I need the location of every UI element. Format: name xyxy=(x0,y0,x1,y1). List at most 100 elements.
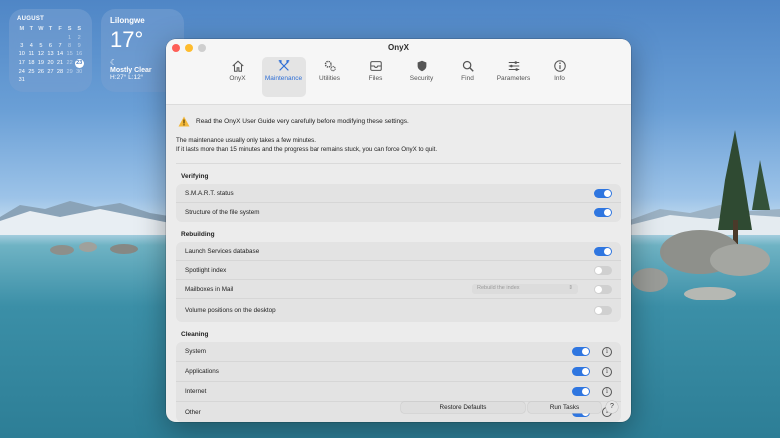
window-titlebar: OnyX OnyX Maintenance Utilities Files Se… xyxy=(166,39,631,105)
select-value: Rebuild the index xyxy=(477,285,520,291)
run-tasks-button[interactable]: Run Tasks xyxy=(528,402,601,413)
section-rebuilding-title: Rebuilding xyxy=(181,231,215,238)
applications-toggle[interactable] xyxy=(572,367,590,376)
option-launch-services: Launch Services database xyxy=(176,242,621,261)
info-text: The maintenance usually only takes a few… xyxy=(176,131,621,164)
tab-label: Security xyxy=(409,75,434,82)
day-header: M xyxy=(19,26,25,33)
option-applications: Applications i xyxy=(176,362,621,382)
info-line: The maintenance usually only takes a few… xyxy=(176,137,316,144)
section-cleaning-title: Cleaning xyxy=(181,331,209,338)
internet-info-icon[interactable]: i xyxy=(602,386,612,397)
window-footer: Restore Defaults Run Tasks ? xyxy=(166,401,631,413)
calendar-month: AUGUST xyxy=(17,16,45,22)
shore-trees-and-rocks xyxy=(632,130,770,300)
option-label: Volume positions on the desktop xyxy=(185,307,276,314)
calendar-day: 31 xyxy=(18,77,25,84)
calendar-day: 1 xyxy=(68,34,72,41)
calendar-day: 4 xyxy=(29,42,33,49)
calendar-today: 23 xyxy=(74,58,84,68)
calendar-day: 7 xyxy=(58,42,62,49)
tab-utilities[interactable]: Utilities xyxy=(308,57,352,97)
tab-label: Info xyxy=(554,75,565,82)
calendar-widget[interactable]: AUGUST M T W T F S S 1 2 3 4 5 6 7 8 9 1… xyxy=(9,9,92,92)
chevron-updown-icon: ⇕ xyxy=(568,285,573,291)
calendar-day: 24 xyxy=(18,68,25,75)
calendar-day: 26 xyxy=(37,68,45,75)
option-mailboxes: Mailboxes in Mail Rebuild the index ⇕ xyxy=(176,280,621,299)
day-header: S xyxy=(67,26,72,33)
system-info-icon[interactable]: i xyxy=(602,346,612,357)
sliders-icon xyxy=(508,61,519,71)
tab-parameters[interactable]: Parameters xyxy=(492,57,536,97)
calendar-day: 5 xyxy=(39,42,43,49)
option-label: Structure of the file system xyxy=(185,209,260,216)
option-label: Internet xyxy=(185,388,207,395)
option-label: Applications xyxy=(185,368,219,375)
calendar-day xyxy=(27,33,37,41)
info-icon xyxy=(553,60,566,72)
mailboxes-toggle[interactable] xyxy=(594,284,612,294)
calendar-day xyxy=(55,76,65,84)
file-system-toggle[interactable] xyxy=(594,208,612,217)
warning-banner: Read the OnyX User Guide very carefully … xyxy=(176,105,621,131)
calendar-day xyxy=(46,33,56,41)
gears-icon xyxy=(324,60,336,72)
calendar-day: 21 xyxy=(56,60,64,67)
calendar-day: 8 xyxy=(68,42,72,49)
restore-defaults-button[interactable]: Restore Defaults xyxy=(401,402,525,413)
calendar-day: 29 xyxy=(66,68,73,75)
calendar-day: 14 xyxy=(56,51,64,58)
shield-icon xyxy=(417,60,426,72)
calendar-day: 6 xyxy=(48,42,53,49)
internet-toggle[interactable] xyxy=(572,387,590,396)
verifying-group: S.M.A.R.T. status Structure of the file … xyxy=(176,184,621,222)
calendar-day: 2 xyxy=(77,34,81,41)
calendar-day: 28 xyxy=(56,68,64,75)
calendar-day xyxy=(74,76,84,84)
calendar-day: 20 xyxy=(47,60,54,67)
weather-city: Lilongwe xyxy=(110,16,145,25)
smart-status-toggle[interactable] xyxy=(594,188,612,198)
system-toggle[interactable] xyxy=(572,347,590,356)
calendar-day xyxy=(36,33,46,41)
info-line: If it lasts more than 15 minutes and the… xyxy=(176,145,438,153)
calendar-day: 3 xyxy=(20,42,24,49)
tab-label: Parameters xyxy=(496,75,531,82)
spotlight-toggle[interactable] xyxy=(594,265,612,275)
calendar-day: 11 xyxy=(28,51,35,58)
applications-info-icon[interactable]: i xyxy=(602,366,612,377)
calendar-day xyxy=(46,76,56,84)
warning-icon xyxy=(178,116,190,126)
rebuilding-group: Launch Services database Spotlight index… xyxy=(176,242,621,322)
tab-label: Find xyxy=(461,75,474,82)
tab-files[interactable]: Files xyxy=(354,57,398,97)
tab-security[interactable]: Security xyxy=(400,57,444,97)
tab-maintenance[interactable]: Maintenance xyxy=(261,57,306,97)
home-icon xyxy=(231,60,244,72)
calendar-day: 15 xyxy=(66,51,73,58)
tab-info[interactable]: Info xyxy=(538,57,582,97)
calendar-day: 25 xyxy=(28,68,35,75)
day-header: S xyxy=(77,26,82,33)
tab-onyx[interactable]: OnyX xyxy=(216,57,260,97)
section-verifying-title: Verifying xyxy=(181,173,209,180)
onyx-window: OnyX OnyX Maintenance Utilities Files Se… xyxy=(166,39,631,422)
calendar-day: 10 xyxy=(18,51,25,58)
day-header: T xyxy=(29,26,34,33)
day-header: W xyxy=(38,26,44,33)
option-spotlight: Spotlight index xyxy=(176,261,621,280)
lake-rocks xyxy=(50,242,138,255)
search-icon xyxy=(462,60,474,72)
option-label: Spotlight index xyxy=(185,266,227,274)
calendar-day xyxy=(27,76,37,84)
help-button[interactable]: ? xyxy=(606,401,618,413)
volume-positions-toggle[interactable] xyxy=(594,306,612,315)
launch-services-toggle[interactable] xyxy=(594,246,612,256)
tab-find[interactable]: Find xyxy=(446,57,490,97)
toolbar: OnyX Maintenance Utilities Files Securit… xyxy=(166,57,631,97)
mail-rebuild-select[interactable]: Rebuild the index ⇕ xyxy=(472,284,578,294)
tools-icon xyxy=(278,60,289,71)
calendar-day: 17 xyxy=(18,60,25,67)
calendar-day xyxy=(17,33,27,41)
